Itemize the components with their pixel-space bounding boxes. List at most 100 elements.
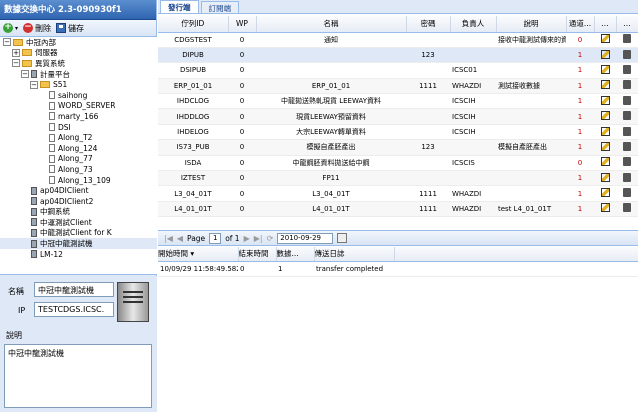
edit-icon[interactable] bbox=[600, 49, 610, 59]
date-input[interactable]: 2010-09-29 bbox=[277, 232, 334, 244]
expand-toggle-icon[interactable]: − bbox=[21, 70, 29, 79]
trash-icon[interactable] bbox=[623, 172, 631, 182]
first-page-icon[interactable]: |◀ bbox=[164, 234, 173, 243]
tree-node[interactable]: saihong bbox=[0, 90, 157, 101]
edit-cell[interactable] bbox=[594, 201, 616, 218]
tree-node[interactable]: Along_13_109 bbox=[0, 175, 157, 186]
tree-node[interactable]: − 計量平台 bbox=[0, 69, 157, 80]
expand-toggle-icon[interactable]: − bbox=[12, 59, 20, 68]
tree-node[interactable]: − S51 bbox=[0, 79, 157, 90]
delete-cell[interactable] bbox=[616, 93, 638, 110]
expand-toggle-icon[interactable]: − bbox=[3, 38, 11, 47]
refresh-icon[interactable]: ⟳ bbox=[267, 234, 274, 243]
delete-cell[interactable] bbox=[616, 32, 638, 48]
tree-node[interactable]: LM-12 bbox=[0, 249, 157, 260]
delete-cell[interactable] bbox=[616, 62, 638, 79]
edit-cell[interactable] bbox=[594, 93, 616, 110]
delete-cell[interactable] bbox=[616, 155, 638, 172]
table-row[interactable]: IHDCLOG 0 中龍拋送熱軋現貨 LEEWAY資料 ICSCIH 1 bbox=[158, 93, 638, 110]
trash-icon[interactable] bbox=[623, 126, 631, 136]
name-field[interactable]: 中冠中龍測試機 bbox=[34, 282, 114, 297]
tab-subscriber[interactable]: 訂閱端 bbox=[200, 1, 239, 13]
tree-node[interactable]: − 中冠內部 bbox=[0, 37, 157, 48]
delete-cell[interactable] bbox=[616, 47, 638, 64]
edit-cell[interactable] bbox=[594, 108, 616, 125]
tree-node[interactable]: + 伺服器 bbox=[0, 48, 157, 59]
table-row[interactable]: ISDA 0 中龍鋼胚資料拋送給中鋼 ICSCIS 0 bbox=[158, 155, 638, 172]
column-header[interactable]: 通道... bbox=[566, 16, 595, 33]
column-header[interactable]: WP bbox=[228, 16, 257, 33]
table-row[interactable]: IHDELOG 0 大宗LEEWAY轉單資料 ICSCIH 1 bbox=[158, 124, 638, 141]
page-input[interactable]: 1 bbox=[209, 232, 222, 244]
delete-cell[interactable] bbox=[616, 170, 638, 187]
tree-node[interactable]: ap04DIClient bbox=[0, 185, 157, 196]
delete-cell[interactable] bbox=[616, 185, 638, 202]
edit-icon[interactable] bbox=[600, 111, 610, 121]
column-header[interactable]: 說明 bbox=[496, 16, 567, 33]
tab-publisher[interactable]: 發行端 bbox=[160, 0, 199, 13]
edit-cell[interactable] bbox=[594, 78, 616, 95]
table-row[interactable]: ERP_01_01 0 ERP_01_01 1111 WHAZDI 測試接收數據 1 bbox=[158, 78, 638, 95]
save-button[interactable]: 儲存 bbox=[56, 23, 84, 34]
column-header[interactable]: ... bbox=[594, 16, 617, 33]
tree-node[interactable]: 中運測試Client bbox=[0, 217, 157, 228]
column-header[interactable]: 名稱 bbox=[256, 16, 407, 33]
edit-icon[interactable] bbox=[600, 188, 610, 198]
edit-icon[interactable] bbox=[600, 157, 610, 167]
tree-node[interactable]: 中冠中龍測試機 bbox=[0, 238, 157, 249]
edit-cell[interactable] bbox=[594, 32, 616, 48]
delete-button[interactable]: − 刪除 bbox=[23, 23, 51, 34]
edit-icon[interactable] bbox=[600, 80, 610, 90]
tree-node[interactable]: 中鋼系統 bbox=[0, 207, 157, 218]
calendar-icon[interactable] bbox=[337, 233, 348, 243]
tree-node[interactable]: − 異質系統 bbox=[0, 58, 157, 69]
trash-icon[interactable] bbox=[623, 141, 631, 151]
tree-node[interactable]: ap04DIClient2 bbox=[0, 196, 157, 207]
trash-icon[interactable] bbox=[623, 111, 631, 121]
delete-cell[interactable] bbox=[616, 78, 638, 95]
edit-cell[interactable] bbox=[594, 47, 616, 64]
tree-node[interactable]: marty_166 bbox=[0, 111, 157, 122]
log-column-header[interactable]: 結束時間 bbox=[238, 247, 277, 262]
expand-toggle-icon[interactable]: + bbox=[12, 48, 20, 57]
add-button[interactable]: + ▾ bbox=[3, 23, 18, 33]
table-row[interactable]: CDGSTEST 0 通知 接收中龍測試傳來的資 0 bbox=[158, 32, 638, 48]
tree-node[interactable]: Along_77 bbox=[0, 154, 157, 165]
ip-field[interactable]: TESTCDGS.ICSC. bbox=[34, 302, 114, 317]
trash-icon[interactable] bbox=[623, 64, 631, 74]
edit-cell[interactable] bbox=[594, 62, 616, 79]
table-row[interactable]: L4_01_01T 0 L4_01_01T 1111 WHAZDI test L4_01_… bbox=[158, 201, 638, 218]
edit-cell[interactable] bbox=[594, 155, 616, 172]
edit-icon[interactable] bbox=[600, 203, 610, 213]
tree-node[interactable]: Along_73 bbox=[0, 164, 157, 175]
trash-icon[interactable] bbox=[623, 34, 631, 44]
edit-icon[interactable] bbox=[600, 141, 610, 151]
log-column-header[interactable]: 數據... bbox=[276, 247, 315, 262]
delete-cell[interactable] bbox=[616, 124, 638, 141]
delete-cell[interactable] bbox=[616, 139, 638, 156]
log-row[interactable]: 10/09/29 11:58:49.582 0 1 transfer complete… bbox=[158, 261, 638, 277]
tree-node[interactable]: 中龍測試Client for K bbox=[0, 228, 157, 239]
table-row[interactable]: DSIPUB 0 ICSC01 1 bbox=[158, 62, 638, 79]
edit-icon[interactable] bbox=[600, 126, 610, 136]
edit-icon[interactable] bbox=[600, 34, 610, 44]
trash-icon[interactable] bbox=[623, 49, 631, 59]
edit-cell[interactable] bbox=[594, 139, 616, 156]
column-header[interactable]: 密碼 bbox=[406, 16, 451, 33]
next-page-icon[interactable]: ▶ bbox=[244, 234, 250, 243]
edit-cell[interactable] bbox=[594, 170, 616, 187]
table-row[interactable]: L3_04_01T 0 L3_04_01T 1111 WHAZDI 1 bbox=[158, 185, 638, 202]
tree-node[interactable]: DSI bbox=[0, 122, 157, 133]
delete-cell[interactable] bbox=[616, 201, 638, 218]
column-header[interactable]: ... bbox=[616, 16, 638, 33]
tree-node[interactable]: WORD_SERVER bbox=[0, 101, 157, 112]
tree-node[interactable]: Along_T2 bbox=[0, 132, 157, 143]
prev-page-icon[interactable]: ◀ bbox=[177, 234, 183, 243]
delete-cell[interactable] bbox=[616, 108, 638, 125]
table-row[interactable]: IZTEST 0 FP11 1 bbox=[158, 170, 638, 187]
table-row[interactable]: DIPUB 0 123 1 bbox=[158, 47, 638, 64]
trash-icon[interactable] bbox=[623, 95, 631, 105]
edit-icon[interactable] bbox=[600, 64, 610, 74]
column-header[interactable]: 佇列ID bbox=[158, 16, 229, 33]
trash-icon[interactable] bbox=[623, 188, 631, 198]
